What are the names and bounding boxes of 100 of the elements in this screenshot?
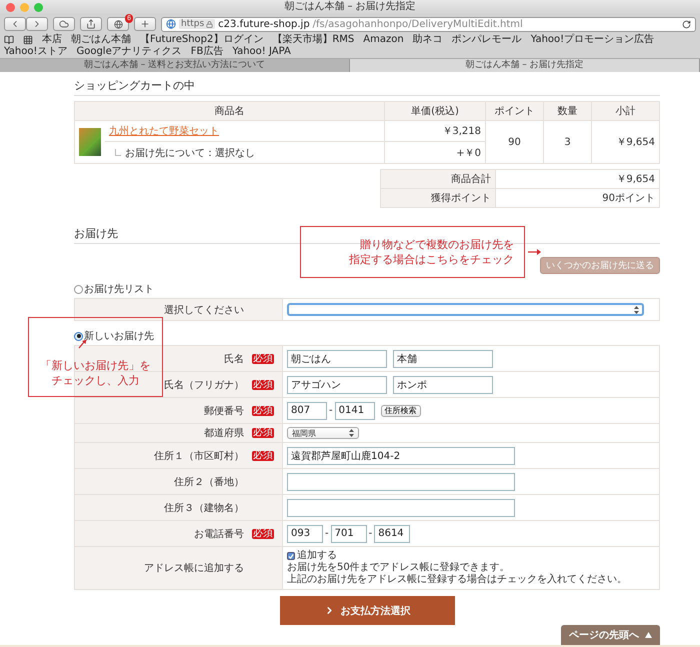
required-badge: 必須 bbox=[252, 406, 274, 416]
share-button[interactable] bbox=[80, 17, 102, 31]
bookmark-link[interactable]: 【FutureShop2】ログイン bbox=[140, 34, 264, 46]
points-text: 90 bbox=[508, 136, 521, 148]
address-search-button[interactable]: 住所検索 bbox=[380, 404, 421, 416]
new-tab-button[interactable] bbox=[134, 17, 156, 31]
radio-button[interactable] bbox=[74, 332, 83, 340]
browser-tab[interactable]: 朝ごはん本舗 – 送料とお支払い方法について bbox=[0, 59, 350, 72]
reading-list-icon[interactable] bbox=[4, 35, 14, 45]
bookmark-link[interactable]: ポンパレモール bbox=[452, 34, 522, 46]
help-text: お届け先を50件までアドレス帳に登録できます。 bbox=[287, 562, 511, 574]
summary-label: 獲得ポイント bbox=[431, 193, 491, 204]
address-select[interactable] bbox=[287, 303, 644, 316]
column-header: ポイント bbox=[486, 102, 544, 120]
field-label: 選択してください bbox=[164, 304, 244, 316]
share-icon bbox=[86, 19, 96, 29]
bookmark-link[interactable]: Yahoo!プロモーション広告 bbox=[530, 34, 654, 46]
field-label: 都道府県 bbox=[204, 426, 244, 440]
cloud-icon bbox=[59, 19, 69, 29]
required-badge: 必須 bbox=[252, 428, 274, 438]
input-field[interactable]: 0141 bbox=[334, 402, 375, 420]
input-field[interactable]: 遠賀郡芦屋町山鹿104-2 bbox=[287, 446, 515, 464]
radio-label: お届け先リスト bbox=[84, 282, 154, 296]
bookmark-link[interactable]: Googleアナリティクス bbox=[76, 46, 182, 58]
column-header: 商品名 bbox=[74, 102, 384, 120]
input-field[interactable]: ホンポ bbox=[393, 376, 493, 394]
summary-value: 90ポイント bbox=[602, 193, 655, 204]
field-label: アドレス帳に追加する bbox=[144, 562, 244, 575]
quantity-text: 3 bbox=[564, 136, 571, 148]
address-bar[interactable]: https c23.future-shop.jp /fs/asagohanhonpo/DeliveryMultiEdit.html bbox=[161, 16, 696, 32]
price-text: ￥3,218 bbox=[442, 126, 481, 137]
field-label: 氏名（フリガナ） bbox=[164, 378, 244, 392]
input-field[interactable]: 093 bbox=[287, 524, 323, 542]
input-field[interactable]: 8614 bbox=[374, 524, 410, 542]
field-label: 住所１（市区町村） bbox=[154, 450, 244, 462]
column-header: 小計 bbox=[592, 102, 660, 120]
bookmark-link[interactable]: Yahoo! JAPA bbox=[232, 46, 291, 58]
field-label: 住所３（建物名） bbox=[164, 502, 244, 514]
field-label: 氏名 bbox=[224, 352, 244, 366]
radio-button[interactable] bbox=[74, 284, 83, 294]
column-header: 単価(税込) bbox=[384, 102, 486, 120]
bookmark-link[interactable]: Amazon bbox=[363, 34, 404, 46]
photo-placeholder bbox=[79, 128, 101, 156]
plus-icon bbox=[140, 19, 150, 29]
input-field[interactable]: 807 bbox=[287, 402, 327, 420]
field-label: お電話番号 bbox=[194, 528, 244, 540]
input-field[interactable] bbox=[287, 498, 515, 516]
column-header: 数量 bbox=[544, 102, 592, 120]
bookmark-link[interactable]: 本店 bbox=[42, 34, 62, 46]
back-to-top-button[interactable]: ページの先頭へ bbox=[561, 625, 660, 645]
summary-label: 商品合計 bbox=[451, 174, 491, 185]
zoom-button[interactable] bbox=[34, 2, 43, 12]
bookmark-link[interactable]: 助ネコ bbox=[412, 34, 443, 46]
input-field[interactable]: 朝ごはん bbox=[287, 350, 387, 368]
bookmark-link[interactable]: 朝ごはん本舗 bbox=[71, 34, 131, 46]
bookmark-link[interactable]: Yahoo!ストア bbox=[4, 46, 68, 58]
cloud-button[interactable] bbox=[53, 17, 75, 31]
globe-icon bbox=[114, 20, 122, 28]
bookmark-link[interactable]: 【楽天市場】RMS bbox=[272, 34, 354, 46]
separator-text: - bbox=[325, 528, 329, 539]
url-path: /fs/asagohanhonpo/DeliveryMultiEdit.html bbox=[312, 18, 524, 30]
url-host: c23.future-shop.jp bbox=[218, 18, 310, 30]
checkbox[interactable] bbox=[287, 552, 295, 560]
checkbox-label: 追加する bbox=[297, 550, 337, 562]
section-heading: ショッピングカートの中 bbox=[74, 76, 660, 96]
required-badge: 必須 bbox=[252, 450, 274, 460]
subtotal-text: ￥9,654 bbox=[616, 137, 655, 148]
tree-branch-icon bbox=[115, 149, 121, 156]
up-down-arrows-icon bbox=[349, 429, 354, 437]
grid-icon[interactable] bbox=[23, 35, 33, 45]
triangle-up-icon bbox=[645, 632, 652, 638]
https-label: https bbox=[179, 19, 216, 29]
arrow-icon bbox=[78, 339, 87, 349]
radio-label: 新しいお届け先 bbox=[84, 330, 154, 343]
window-title: 朝ごはん本舗 – お届け先指定 bbox=[284, 0, 416, 14]
globe-icon bbox=[166, 19, 176, 29]
browser-tab[interactable]: 朝ごはん本舗 – お届け先指定 bbox=[350, 59, 700, 72]
required-badge: 必須 bbox=[252, 380, 274, 390]
input-field[interactable]: 701 bbox=[330, 524, 367, 542]
reload-icon[interactable] bbox=[682, 20, 691, 28]
option-text: お届け先について：選択なし bbox=[125, 146, 255, 160]
up-down-arrows-icon bbox=[634, 306, 639, 314]
required-badge: 必須 bbox=[252, 354, 274, 364]
arrow-icon bbox=[528, 248, 542, 256]
payment-method-button[interactable]: お支払方法選択 bbox=[280, 596, 454, 625]
input-field[interactable]: 本舗 bbox=[393, 350, 493, 368]
separator-text: - bbox=[329, 405, 333, 416]
input-field[interactable] bbox=[287, 472, 515, 490]
close-button[interactable] bbox=[6, 2, 15, 12]
required-badge: 必須 bbox=[252, 528, 274, 538]
input-field[interactable]: アサゴハン bbox=[287, 376, 387, 394]
help-text: 上記のお届け先をアドレス帳に登録する場合はチェックを入れてください。 bbox=[287, 574, 627, 586]
separator-text: - bbox=[368, 528, 372, 539]
lock-icon bbox=[206, 20, 214, 28]
bookmark-link[interactable]: FB広告 bbox=[190, 46, 224, 58]
summary-value: ￥9,654 bbox=[616, 174, 655, 185]
option-price-text: +￥0 bbox=[456, 148, 481, 158]
field-label: 郵便番号 bbox=[204, 404, 244, 418]
field-label: 住所２（番地） bbox=[174, 476, 244, 488]
prefecture-select[interactable]: 福岡県 bbox=[287, 427, 359, 439]
